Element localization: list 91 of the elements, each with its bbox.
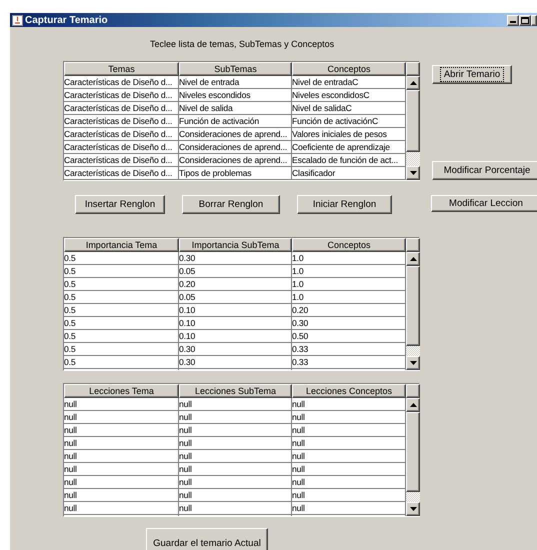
scrollbar[interactable]: [406, 76, 420, 180]
table-cell[interactable]: Función de activación: [179, 115, 292, 128]
table-cell[interactable]: 0.05: [179, 265, 292, 278]
modify-percentage-button[interactable]: Modificar Porcentaje: [432, 161, 537, 180]
table-cell[interactable]: null: [64, 476, 179, 489]
table-cell[interactable]: 0.30: [179, 252, 292, 265]
table-cell[interactable]: 0.5: [64, 343, 179, 356]
table-cell[interactable]: null: [64, 502, 179, 515]
column-header[interactable]: Lecciones Conceptos: [292, 384, 406, 398]
minimize-button[interactable]: [507, 14, 519, 26]
table-cell[interactable]: null: [179, 489, 292, 502]
scrollbar[interactable]: [406, 398, 420, 516]
column-header[interactable]: Temas: [64, 62, 179, 76]
column-header[interactable]: Importancia Tema: [64, 238, 179, 252]
scroll-up-icon[interactable]: [406, 252, 420, 266]
table-cell[interactable]: 0.10: [179, 317, 292, 330]
table-cell[interactable]: null: [64, 463, 179, 476]
scroll-up-icon[interactable]: [406, 398, 420, 412]
table-cell[interactable]: 0.5: [64, 304, 179, 317]
table-cell[interactable]: Consideraciones de aprend...: [179, 141, 292, 154]
column-header[interactable]: Lecciones Tema: [64, 384, 179, 398]
table-cell[interactable]: 0.30: [179, 356, 292, 369]
table-cell[interactable]: Características de Diseño d...: [64, 102, 179, 115]
table-cell[interactable]: Características de Diseño d...: [64, 141, 179, 154]
table-cell[interactable]: null: [179, 437, 292, 450]
table-cell[interactable]: null: [179, 411, 292, 424]
insert-row-button[interactable]: Insertar Renglon: [75, 195, 165, 214]
table-cell[interactable]: null: [179, 476, 292, 489]
table-cell[interactable]: 0.5: [64, 252, 179, 265]
scroll-thumb[interactable]: [406, 412, 420, 492]
scroll-down-icon[interactable]: [406, 356, 420, 370]
table-cell[interactable]: Características de Diseño d...: [64, 154, 179, 167]
column-header[interactable]: Importancia SubTema: [179, 238, 292, 252]
table-cell[interactable]: Nivel de entrada: [179, 76, 292, 89]
table-cell[interactable]: null: [179, 502, 292, 515]
table-cell[interactable]: Características de Diseño d...: [64, 167, 179, 180]
table-cell[interactable]: 0.30: [179, 343, 292, 356]
table-cell[interactable]: null: [179, 450, 292, 463]
table-cell[interactable]: null: [64, 437, 179, 450]
table-cell[interactable]: 0.5: [64, 265, 179, 278]
close-button[interactable]: [531, 14, 537, 26]
table-cell[interactable]: Tipos de problemas: [179, 167, 292, 180]
table-cell[interactable]: 0.10: [179, 304, 292, 317]
scroll-thumb[interactable]: [406, 266, 420, 346]
table-cell[interactable]: 1.0: [292, 252, 406, 265]
column-header[interactable]: Conceptos: [292, 238, 406, 252]
maximize-button[interactable]: [519, 14, 531, 26]
table-cell[interactable]: 0.10: [179, 330, 292, 343]
table-cell[interactable]: 0.5: [64, 330, 179, 343]
scroll-down-icon[interactable]: [406, 166, 420, 180]
column-header[interactable]: Lecciones SubTema: [179, 384, 292, 398]
column-header[interactable]: SubTemas: [179, 62, 292, 76]
scrollbar[interactable]: [406, 252, 420, 370]
table-cell[interactable]: Características de Diseño d...: [64, 115, 179, 128]
table-cell[interactable]: Nivel de entradaC: [292, 76, 406, 89]
maximize-icon: [521, 16, 529, 24]
scroll-thumb[interactable]: [406, 90, 420, 152]
table-cell[interactable]: Características de Diseño d...: [64, 76, 179, 89]
table-cell[interactable]: null: [292, 398, 406, 411]
table-cell[interactable]: null: [64, 398, 179, 411]
table-cell[interactable]: Clasificador: [292, 167, 406, 180]
table-cell[interactable]: Características de Diseño d...: [64, 128, 179, 141]
table-cell[interactable]: null: [64, 450, 179, 463]
table-cell[interactable]: 0.5: [64, 278, 179, 291]
window-title: Capturar Temario: [25, 14, 109, 26]
scroll-up-icon[interactable]: [406, 76, 420, 90]
table-cell[interactable]: 0.5: [64, 317, 179, 330]
table-cell[interactable]: Nivel de salida: [179, 102, 292, 115]
app-icon: [12, 14, 23, 26]
table-cell[interactable]: Características de Diseño d...: [64, 89, 179, 102]
delete-row-button[interactable]: Borrar Renglon: [182, 195, 280, 214]
table-cell[interactable]: null: [179, 424, 292, 437]
table-cell[interactable]: null: [64, 424, 179, 437]
save-button[interactable]: Guardar el temario Actual: [146, 528, 268, 550]
table-cell[interactable]: 0.5: [64, 356, 179, 369]
table-cell[interactable]: null: [64, 489, 179, 502]
table-cell[interactable]: 0.20: [179, 278, 292, 291]
table-cell[interactable]: Niveles escondidos: [179, 89, 292, 102]
table-cell[interactable]: 0.5: [64, 291, 179, 304]
table-cell[interactable]: null: [179, 463, 292, 476]
table-cell[interactable]: null: [179, 398, 292, 411]
table-cell[interactable]: Consideraciones de aprend...: [179, 128, 292, 141]
init-row-button[interactable]: Iniciar Renglon: [297, 195, 392, 214]
table-cell[interactable]: Consideraciones de aprend...: [179, 154, 292, 167]
open-button[interactable]: Abrir Temario: [432, 65, 512, 84]
scroll-down-icon[interactable]: [406, 502, 420, 516]
table-cell[interactable]: null: [64, 411, 179, 424]
column-header[interactable]: Conceptos: [292, 62, 406, 76]
modify-lesson-button[interactable]: Modificar Leccion: [431, 195, 537, 212]
instruction-text: Teclee lista de temas, SubTemas y Conceptos: [149, 38, 336, 51]
table-cell[interactable]: 0.05: [179, 291, 292, 304]
